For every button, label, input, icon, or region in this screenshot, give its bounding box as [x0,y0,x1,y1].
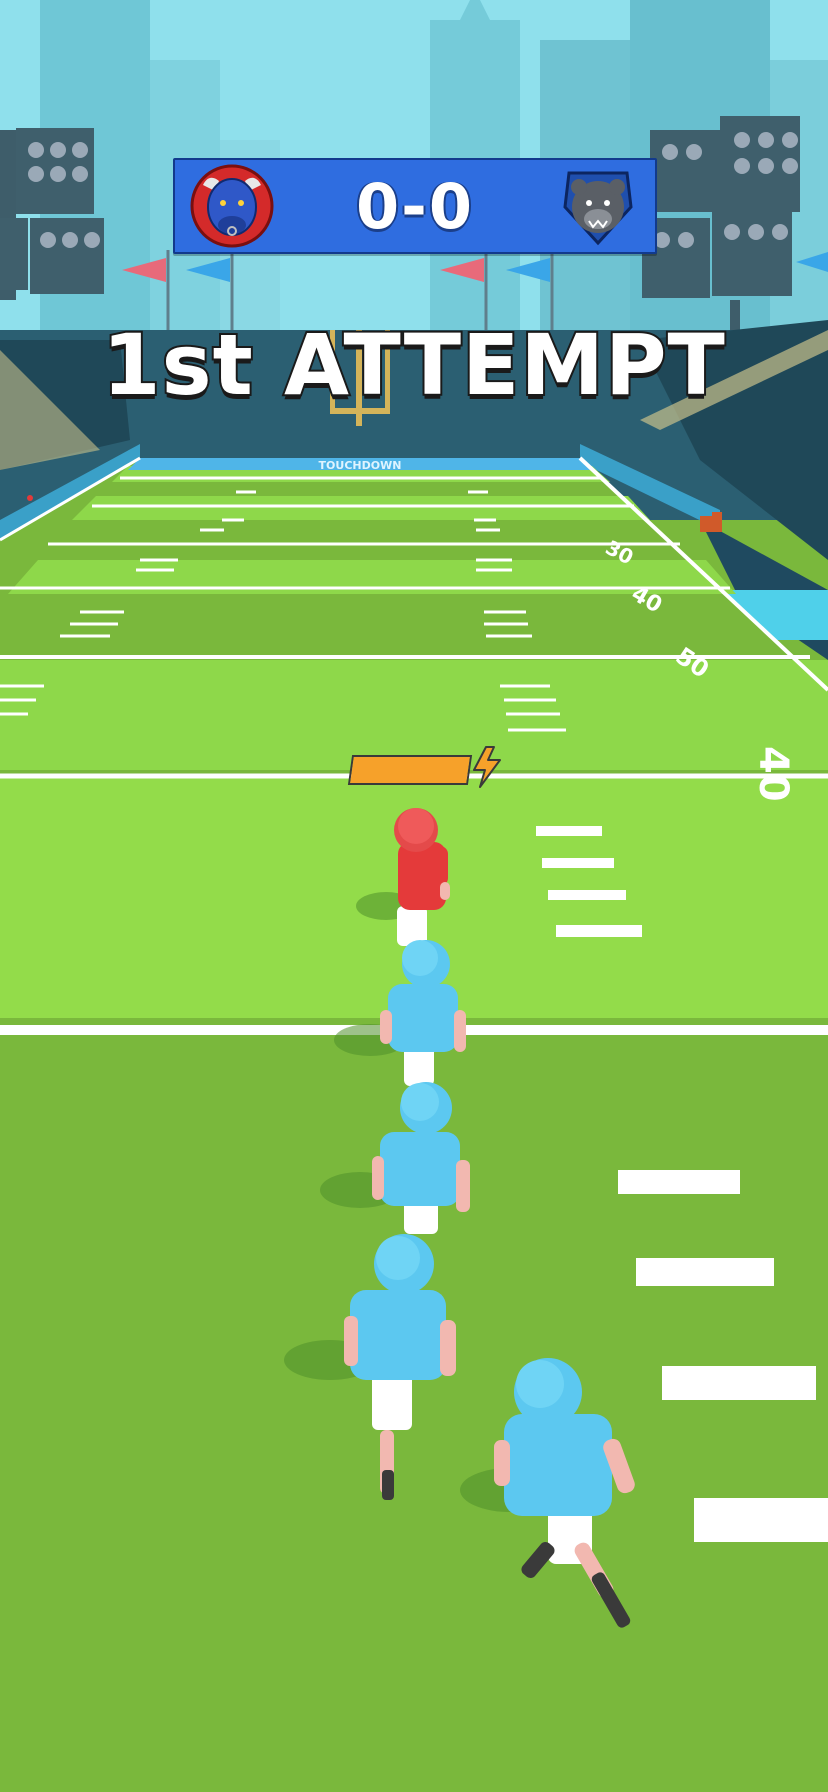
stamina-fill [350,757,470,783]
stadium-background: TOUCHDOWN 30 40 50 40 [0,0,828,1792]
yard-number-40-near: 40 [750,746,796,802]
end-zone-label: TOUCHDOWN [319,459,402,472]
stamina-bar [347,755,473,785]
bear-logo-icon [563,171,633,246]
game-scene[interactable]: TOUCHDOWN 30 40 50 40 0-0 1st ATTEMPT [0,0,828,1792]
lightning-bolt-icon [473,746,501,788]
bull-logo-icon [190,164,274,248]
attempt-banner: 1st ATTEMPT [100,314,727,416]
score-display: 0-0 [355,169,474,243]
scoreboard: 0-0 [173,158,657,254]
